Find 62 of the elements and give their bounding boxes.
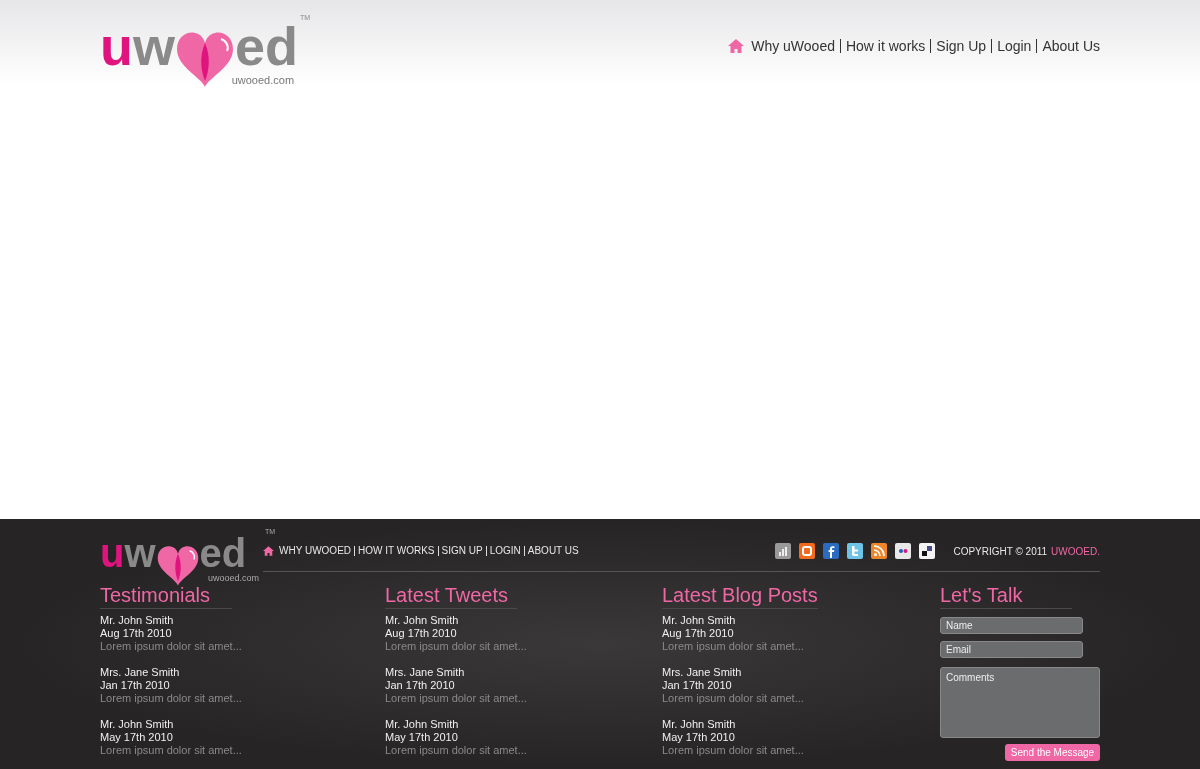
entry-author: Mr. John Smith xyxy=(100,718,175,731)
entry-excerpt: Lorem ipsum dolor sit amet... xyxy=(385,640,528,653)
entry-date: Aug 17th 2010 xyxy=(100,627,173,640)
bar-chart-icon[interactable] xyxy=(775,543,792,559)
section-heading: Let's Talk xyxy=(940,583,1072,609)
logo-domain: uwooed.com xyxy=(207,571,259,585)
nav-link[interactable]: Login xyxy=(991,38,1037,53)
entry-date: May 17th 2010 xyxy=(385,731,459,744)
copyright-brand: UWOOED. xyxy=(1051,544,1100,559)
nav-link[interactable]: About Us xyxy=(1036,38,1100,53)
footer-nav-link[interactable]: ABOUT US xyxy=(523,546,582,556)
email-field[interactable]: Email xyxy=(940,641,1083,658)
entry-author: Mr. John Smith xyxy=(662,718,737,731)
footer-nav-link[interactable]: LOGIN xyxy=(485,546,524,556)
logo-letter: ed xyxy=(199,533,247,573)
entry-excerpt: Lorem ipsum dolor sit amet... xyxy=(662,692,805,705)
section-heading: Latest Tweets xyxy=(385,583,517,609)
entry-date: Aug 17th 2010 xyxy=(385,627,458,640)
footer-nav-link[interactable]: SIGN UP xyxy=(437,546,486,556)
heart-icon xyxy=(155,545,200,587)
name-field[interactable]: Name xyxy=(940,617,1083,634)
footer-nav-link[interactable]: HOW IT WORKS xyxy=(354,546,438,556)
home-icon[interactable] xyxy=(263,546,274,556)
nav-link[interactable]: How it works xyxy=(839,38,931,53)
logo-letter: u xyxy=(100,18,133,73)
entry-author: Mr. John Smith xyxy=(662,614,737,627)
entry-excerpt: Lorem ipsum dolor sit amet... xyxy=(100,692,243,705)
entry-author: Mr. John Smith xyxy=(385,614,460,627)
entry-author: Mrs. Jane Smith xyxy=(662,666,743,679)
footer-nav-link[interactable]: WHY UWOOED xyxy=(279,546,355,556)
entry-date: Jan 17th 2010 xyxy=(385,679,456,692)
nav-link[interactable]: Why uWooed xyxy=(751,38,840,53)
entry-author: Mr. John Smith xyxy=(385,718,460,731)
entry-excerpt: Lorem ipsum dolor sit amet... xyxy=(100,640,243,653)
logo-domain: uwooed.com xyxy=(231,73,295,88)
entry-author: Mr. John Smith xyxy=(100,614,175,627)
logo-letter: w xyxy=(124,533,156,573)
copyright-text: COPYRIGHT © 2011 xyxy=(953,544,1048,559)
facebook-icon[interactable] xyxy=(823,543,840,559)
entry-date: Jan 17th 2010 xyxy=(100,679,171,692)
entry-excerpt: Lorem ipsum dolor sit amet... xyxy=(385,744,528,757)
logo-letter: ed xyxy=(235,18,299,73)
comments-field[interactable]: Comments xyxy=(940,667,1100,738)
entry-author: Mrs. Jane Smith xyxy=(385,666,466,679)
entry-date: May 17th 2010 xyxy=(100,731,174,744)
logo-letter: w xyxy=(133,18,175,73)
entry-excerpt: Lorem ipsum dolor sit amet... xyxy=(662,640,805,653)
section-heading: Testimonials xyxy=(100,583,232,609)
rss-icon[interactable] xyxy=(871,543,888,559)
logo-letter: u xyxy=(100,533,125,573)
home-icon[interactable] xyxy=(728,38,745,53)
squares-icon[interactable] xyxy=(919,543,936,559)
section-heading: Latest Blog Posts xyxy=(662,583,818,609)
entry-excerpt: Lorem ipsum dolor sit amet... xyxy=(385,692,528,705)
entry-date: Jan 17th 2010 xyxy=(662,679,733,692)
entry-author: Mrs. Jane Smith xyxy=(100,666,181,679)
entry-excerpt: Lorem ipsum dolor sit amet... xyxy=(662,744,805,757)
two-dots-icon[interactable] xyxy=(895,543,912,559)
entry-date: Aug 17th 2010 xyxy=(662,627,735,640)
entry-excerpt: Lorem ipsum dolor sit amet... xyxy=(100,744,243,757)
entry-date: May 17th 2010 xyxy=(662,731,736,744)
nav-link[interactable]: Sign Up xyxy=(930,38,992,53)
